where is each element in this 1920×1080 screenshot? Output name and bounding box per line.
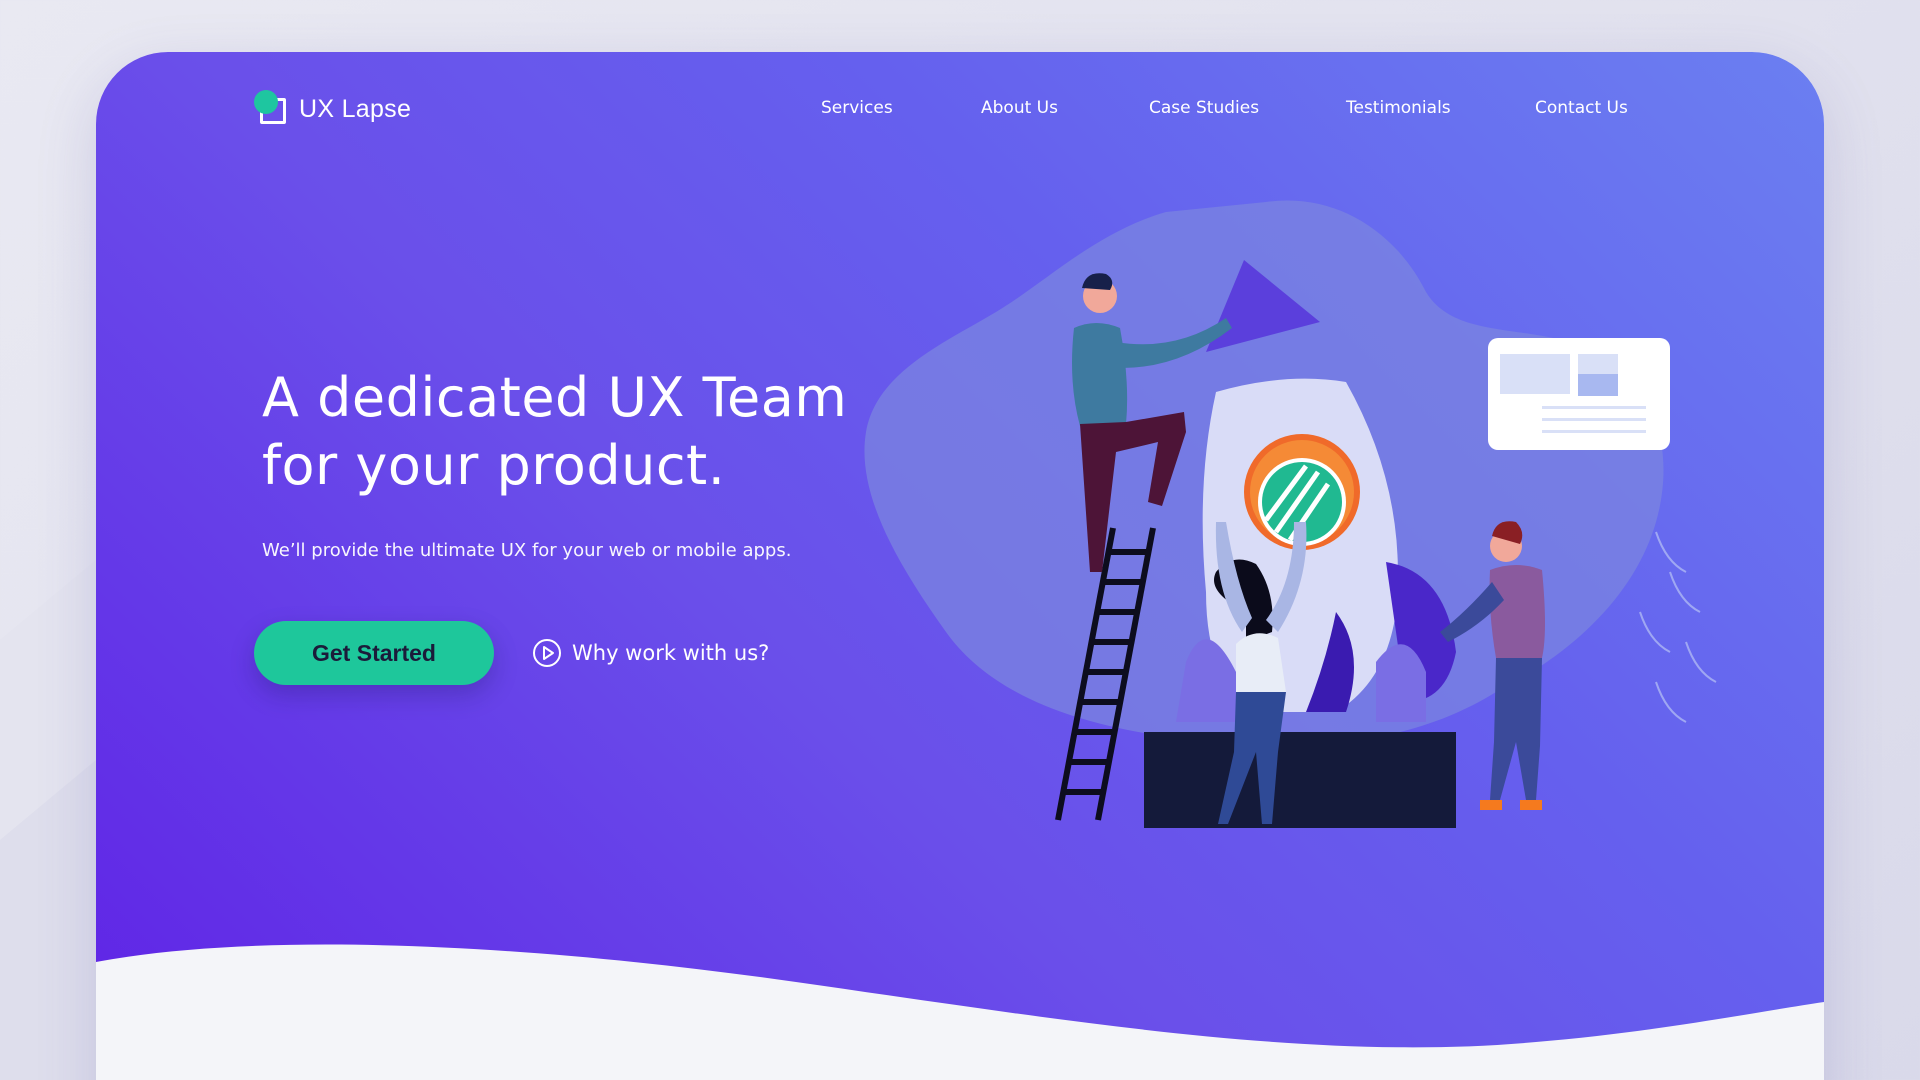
hero-subtitle: We’ll provide the ultimate UX for your w…: [262, 540, 792, 561]
nav-item-case-studies[interactable]: Case Studies: [1149, 98, 1259, 118]
hero-headline: A dedicated UX Team for your product.: [262, 364, 847, 500]
nav-item-services[interactable]: Services: [821, 98, 893, 118]
hero-headline-line-1: A dedicated UX Team: [262, 366, 848, 429]
hero-headline-line-2: for your product.: [262, 434, 726, 497]
brand-logo[interactable]: UX Lapse: [254, 89, 411, 129]
logo-icon: [254, 90, 292, 128]
landing-page-card: UX Lapse Services About Us Case Studies …: [96, 52, 1824, 1080]
nav-item-about-us[interactable]: About Us: [981, 98, 1058, 118]
nav-item-testimonials[interactable]: Testimonials: [1346, 98, 1451, 118]
nav-item-contact-us[interactable]: Contact Us: [1535, 98, 1628, 118]
why-work-with-us-link[interactable]: Why work with us?: [532, 637, 769, 669]
pedestal-block: [1144, 732, 1456, 828]
hero-bottom-wave: [96, 944, 1824, 1080]
why-work-with-us-label: Why work with us?: [572, 641, 770, 665]
decorative-scribbles: [1639, 531, 1717, 723]
get-started-button[interactable]: Get Started: [254, 621, 494, 685]
brand-name: UX Lapse: [299, 94, 412, 123]
browser-card-icon: [1488, 338, 1670, 450]
play-circle-icon: [533, 639, 561, 667]
